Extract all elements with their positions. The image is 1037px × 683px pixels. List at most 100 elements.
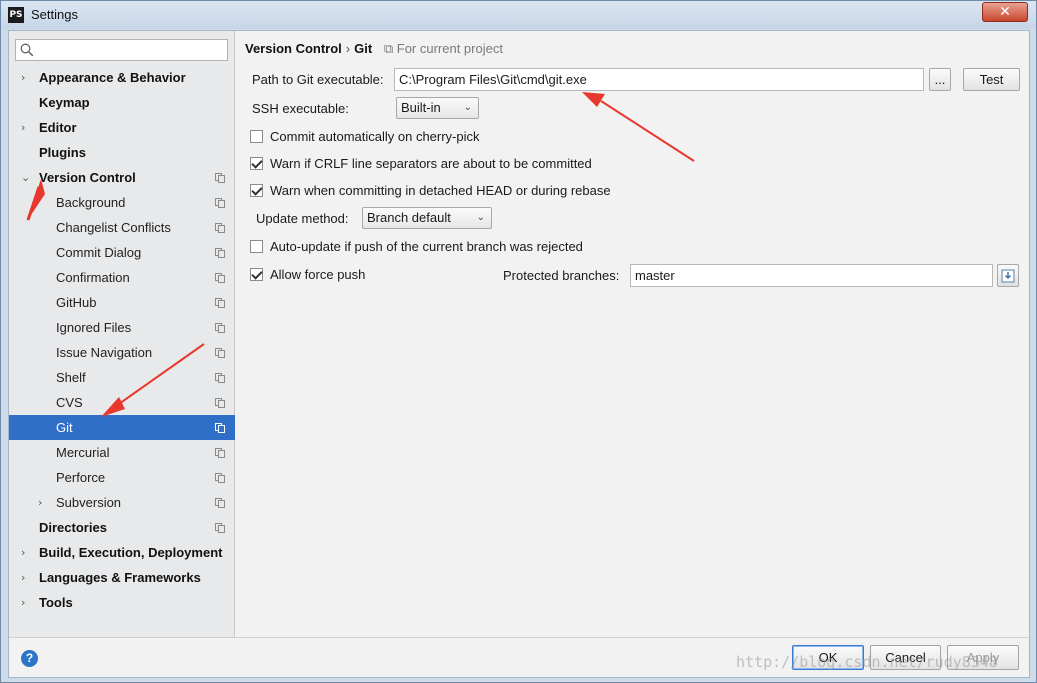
sidebar-item[interactable]: Shelf bbox=[9, 365, 235, 390]
search-icon bbox=[20, 43, 34, 57]
settings-window: PS Settings ✕ › Appearance & Behavior Keym… bbox=[0, 0, 1037, 683]
sidebar-item[interactable]: Changelist Conflicts bbox=[9, 215, 235, 240]
protected-branches-input[interactable]: master bbox=[630, 264, 993, 287]
breadcrumb-current: Git bbox=[354, 41, 373, 56]
sidebar-item-label: Directories bbox=[39, 520, 107, 535]
settings-tree: › Appearance & Behavior Keymap › Editor Plugi… bbox=[9, 65, 235, 615]
sidebar-item-label: Languages & Frameworks bbox=[39, 570, 201, 585]
project-level-icon bbox=[215, 248, 225, 258]
project-level-icon bbox=[215, 398, 225, 408]
breadcrumb: Version Control › Git ⧉ For current projec… bbox=[245, 41, 503, 57]
sidebar-item[interactable]: Confirmation bbox=[9, 265, 235, 290]
sidebar-item-label: Background bbox=[56, 195, 126, 210]
chevron-down-icon: ⌄ bbox=[476, 212, 485, 223]
auto-update-label: Auto-update if push of the current branc… bbox=[270, 239, 583, 254]
git-path-label: Path to Git executable: bbox=[252, 72, 384, 87]
settings-sidebar: › Appearance & Behavior Keymap › Editor Plugi… bbox=[9, 31, 235, 637]
chevron-right-icon[interactable]: › bbox=[21, 65, 31, 90]
sidebar-item[interactable]: ⌄ Version Control bbox=[9, 165, 235, 190]
project-level-icon bbox=[215, 223, 225, 233]
warn-detached-head-checkbox[interactable] bbox=[250, 184, 263, 197]
sidebar-item-label: Editor bbox=[39, 120, 77, 135]
sidebar-item-label: Confirmation bbox=[56, 270, 130, 285]
project-scope-note: ⧉ For current project bbox=[384, 41, 503, 56]
chevron-right-icon[interactable]: › bbox=[21, 540, 31, 565]
sidebar-item[interactable]: Background bbox=[9, 190, 235, 215]
help-button[interactable]: ? bbox=[21, 650, 38, 667]
git-settings-panel: Version Control › Git ⧉ For current projec… bbox=[236, 31, 1029, 637]
protected-branches-expand-button[interactable] bbox=[997, 264, 1019, 287]
sidebar-item[interactable]: Git bbox=[9, 415, 235, 440]
project-level-icon bbox=[215, 498, 225, 508]
sidebar-item[interactable]: › Languages & Frameworks bbox=[9, 565, 235, 590]
project-level-icon bbox=[215, 273, 225, 283]
warn-detached-head-label: Warn when committing in detached HEAD or… bbox=[270, 183, 611, 198]
sidebar-item-label: CVS bbox=[56, 395, 83, 410]
browse-git-path-button[interactable]: ... bbox=[929, 68, 951, 91]
sidebar-item[interactable]: › Appearance & Behavior bbox=[9, 65, 235, 90]
sidebar-item-label: Perforce bbox=[56, 470, 106, 485]
sidebar-item-label: Changelist Conflicts bbox=[56, 220, 171, 235]
sidebar-item[interactable]: Ignored Files bbox=[9, 315, 235, 340]
sidebar-item[interactable]: Commit Dialog bbox=[9, 240, 235, 265]
chevron-right-icon[interactable]: › bbox=[21, 115, 31, 140]
commit-cherry-pick-checkbox[interactable] bbox=[250, 130, 263, 143]
sidebar-item[interactable]: Mercurial bbox=[9, 440, 235, 465]
project-level-icon bbox=[215, 348, 225, 358]
settings-search-input[interactable] bbox=[15, 39, 228, 61]
sidebar-item[interactable]: › Tools bbox=[9, 590, 235, 615]
sidebar-item[interactable]: Perforce bbox=[9, 465, 235, 490]
sidebar-item[interactable]: Keymap bbox=[9, 90, 235, 115]
breadcrumb-parent: Version Control bbox=[245, 41, 342, 56]
project-level-icon bbox=[215, 423, 225, 433]
chevron-right-icon[interactable]: › bbox=[21, 565, 31, 590]
sidebar-item-label: Mercurial bbox=[56, 445, 110, 460]
project-scope-icon: ⧉ bbox=[383, 41, 394, 56]
project-level-icon bbox=[215, 323, 225, 333]
chevron-right-icon[interactable]: › bbox=[21, 590, 31, 615]
allow-force-push-checkbox[interactable] bbox=[250, 268, 263, 281]
ssh-executable-select[interactable]: Built-in ⌄ bbox=[396, 97, 479, 119]
project-level-icon bbox=[215, 448, 225, 458]
commit-cherry-pick-label: Commit automatically on cherry-pick bbox=[270, 129, 480, 144]
update-method-label: Update method: bbox=[256, 211, 349, 226]
project-scope-label: For current project bbox=[396, 41, 503, 56]
sidebar-item[interactable]: › Subversion bbox=[9, 490, 235, 515]
close-window-button[interactable]: ✕ bbox=[982, 2, 1028, 22]
test-git-button[interactable]: Test bbox=[963, 68, 1020, 91]
sidebar-item-label: Plugins bbox=[39, 145, 86, 160]
title-bar: PS Settings ✕ bbox=[1, 1, 1036, 29]
sidebar-item[interactable]: Plugins bbox=[9, 140, 235, 165]
warn-crlf-checkbox[interactable] bbox=[250, 157, 263, 170]
sidebar-item[interactable]: Issue Navigation bbox=[9, 340, 235, 365]
sidebar-item-label: Commit Dialog bbox=[56, 245, 142, 260]
expand-field-icon bbox=[1001, 269, 1015, 283]
sidebar-item-label: Shelf bbox=[56, 370, 86, 385]
sidebar-item-label: Ignored Files bbox=[56, 320, 132, 335]
sidebar-item[interactable]: Directories bbox=[9, 515, 235, 540]
sidebar-item-label: GitHub bbox=[56, 295, 97, 310]
chevron-right-icon[interactable]: › bbox=[38, 490, 48, 515]
chevron-down-icon[interactable]: ⌄ bbox=[21, 165, 31, 190]
sidebar-item[interactable]: CVS bbox=[9, 390, 235, 415]
breadcrumb-separator: › bbox=[345, 41, 351, 56]
git-path-input[interactable]: C:\Program Files\Git\cmd\git.exe bbox=[394, 68, 924, 91]
phpstorm-app-icon: PS bbox=[8, 7, 24, 23]
allow-force-push-label: Allow force push bbox=[270, 267, 366, 282]
update-method-select[interactable]: Branch default ⌄ bbox=[362, 207, 492, 229]
sidebar-item[interactable]: › Editor bbox=[9, 115, 235, 140]
sidebar-item-label: Keymap bbox=[39, 95, 90, 110]
warn-crlf-label: Warn if CRLF line separators are about t… bbox=[270, 156, 592, 171]
auto-update-checkbox[interactable] bbox=[250, 240, 263, 253]
sidebar-item[interactable]: › Build, Execution, Deployment bbox=[9, 540, 235, 565]
sidebar-item-label: Subversion bbox=[56, 495, 122, 510]
sidebar-item-label: Appearance & Behavior bbox=[39, 70, 186, 85]
update-method-value: Branch default bbox=[367, 210, 451, 225]
chevron-down-icon: ⌄ bbox=[463, 102, 472, 113]
sidebar-item[interactable]: GitHub bbox=[9, 290, 235, 315]
ssh-executable-value: Built-in bbox=[401, 100, 441, 115]
project-level-icon bbox=[215, 523, 225, 533]
sidebar-item-label: Git bbox=[56, 420, 73, 435]
project-level-icon bbox=[215, 473, 225, 483]
project-level-icon bbox=[215, 373, 225, 383]
